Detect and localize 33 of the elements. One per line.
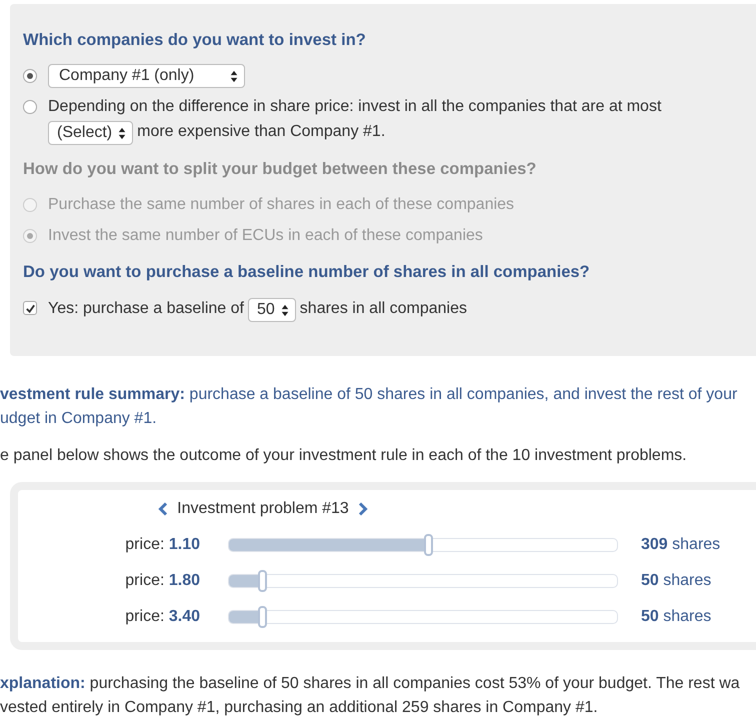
slider-thumb[interactable] xyxy=(258,606,267,628)
dropdown[interactable]: Company #1 (only) xyxy=(48,64,246,88)
option-label: more expensive than Company #1. xyxy=(137,123,386,140)
question-heading: How do you want to split your budget between these companies? xyxy=(23,159,536,180)
shares-count: 309 shares xyxy=(641,536,720,554)
question-heading: Do you want to purchase a baseline number of shares in all companies? xyxy=(23,262,590,284)
next-icon[interactable] xyxy=(358,502,368,516)
option-label: Yes: purchase a baseline of xyxy=(48,300,244,318)
up-down-arrows-icon xyxy=(230,70,238,82)
price-label: price: 1.10 xyxy=(124,536,200,554)
up-down-arrows-icon xyxy=(118,126,126,140)
rule-summary: vestment rule summary: purchase a baseline of 50 shares in all companies, and invest the rest of your udget in Company #1. xyxy=(0,385,738,429)
slider-thumb[interactable] xyxy=(424,534,433,556)
price-label: price: 3.40 xyxy=(124,608,200,626)
problem-title: Investment problem #13 xyxy=(177,499,349,519)
option-label: shares in all companies xyxy=(300,300,467,318)
explanation-text: xplanation: purchasing the baseline of 50 shares in all companies cost 53% of your budget. The rest wa vested entirely in Company #1, purchasing an additional 259 shares in Company #1. xyxy=(0,674,741,718)
option-label: Purchase the same number of shares in each of these companies xyxy=(48,196,514,214)
radio-button[interactable] xyxy=(23,100,37,114)
shares-count: 50 shares xyxy=(641,572,712,590)
option-label: Invest the same number of ECUs in each of these companies xyxy=(48,227,483,244)
price-label: price: 1.80 xyxy=(124,572,200,590)
up-down-arrows-icon xyxy=(280,304,289,317)
dropdown[interactable]: (Select) xyxy=(48,121,134,146)
question-heading: Which companies do you want to invest in? xyxy=(23,30,366,51)
dropdown[interactable]: 50 xyxy=(248,298,296,322)
radio-button[interactable] xyxy=(23,69,37,83)
option-label: Depending on the difference in share price: invest in all the companies that are at most xyxy=(48,98,662,116)
intro-text: e panel below shows the outcome of your investment rule in each of the 10 investment problems. xyxy=(0,446,688,466)
checkbox[interactable] xyxy=(23,301,37,316)
previous-icon[interactable] xyxy=(158,502,168,516)
slider-thumb[interactable] xyxy=(258,570,267,592)
shares-count: 50 shares xyxy=(641,608,712,626)
